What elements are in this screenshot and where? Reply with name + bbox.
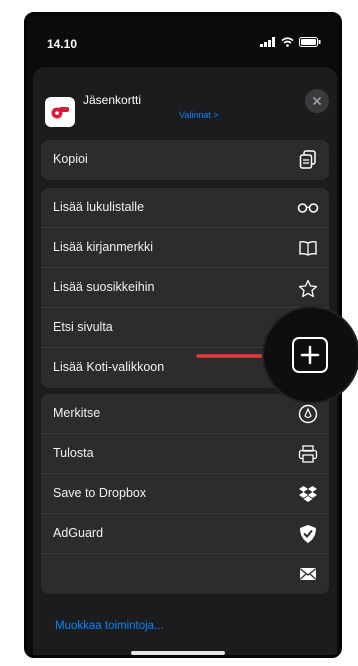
page-title: Jäsenkortti bbox=[83, 93, 142, 107]
print-icon bbox=[297, 443, 319, 465]
action-mail[interactable] bbox=[41, 554, 329, 594]
action-label: Kopioi bbox=[53, 152, 88, 166]
action-group-extensions: Merkitse Tulosta Save to Dropbox AdGuard bbox=[41, 394, 329, 594]
add-square-icon bbox=[292, 337, 328, 373]
signal-icon bbox=[260, 37, 275, 47]
action-label: Save to Dropbox bbox=[53, 486, 147, 500]
status-bar: 14.10 bbox=[27, 15, 339, 63]
action-group-copy: Kopioi bbox=[41, 140, 329, 180]
mail-icon bbox=[297, 563, 319, 585]
copy-icon bbox=[297, 149, 319, 171]
edit-actions-link[interactable]: Muokkaa toimintoja... bbox=[55, 620, 164, 632]
markup-icon bbox=[297, 403, 319, 425]
action-add-bookmark[interactable]: Lisää kirjanmerkki bbox=[41, 228, 329, 268]
battery-icon bbox=[299, 37, 321, 47]
action-label: Lisää suosikkeihin bbox=[53, 280, 155, 294]
action-markup[interactable]: Merkitse bbox=[41, 394, 329, 434]
book-icon bbox=[297, 237, 319, 259]
share-sheet-header: Jäsenkortti Valinnat > bbox=[33, 67, 337, 133]
action-label: Lisää lukulistalle bbox=[53, 200, 145, 214]
action-save-to-dropbox[interactable]: Save to Dropbox bbox=[41, 474, 329, 514]
glasses-icon bbox=[297, 197, 319, 219]
action-label: Lisää Koti-valikkoon bbox=[53, 360, 165, 374]
shield-check-icon bbox=[297, 523, 319, 545]
action-print[interactable]: Tulosta bbox=[41, 434, 329, 474]
action-label: Etsi sivulta bbox=[53, 320, 113, 334]
close-icon bbox=[313, 97, 321, 105]
options-link[interactable]: Valinnat > bbox=[179, 110, 219, 120]
app-logo-icon bbox=[45, 97, 75, 127]
action-label: Tulosta bbox=[53, 446, 94, 460]
action-label: Merkitse bbox=[53, 406, 101, 420]
action-copy[interactable]: Kopioi bbox=[41, 140, 329, 180]
close-button[interactable] bbox=[305, 89, 329, 113]
status-indicators bbox=[260, 37, 321, 47]
star-icon bbox=[297, 277, 319, 299]
action-adguard[interactable]: AdGuard bbox=[41, 514, 329, 554]
status-time: 14.10 bbox=[47, 37, 78, 51]
home-indicator bbox=[131, 651, 225, 655]
dropbox-icon bbox=[297, 483, 319, 505]
magnifier-callout bbox=[262, 306, 358, 404]
action-reading-list[interactable]: Lisää lukulistalle bbox=[41, 188, 329, 228]
action-label: Lisää kirjanmerkki bbox=[53, 240, 154, 254]
action-label: AdGuard bbox=[53, 526, 104, 540]
action-add-favorites[interactable]: Lisää suosikkeihin bbox=[41, 268, 329, 308]
whistle-logo bbox=[51, 107, 69, 119]
wifi-icon bbox=[281, 37, 294, 47]
